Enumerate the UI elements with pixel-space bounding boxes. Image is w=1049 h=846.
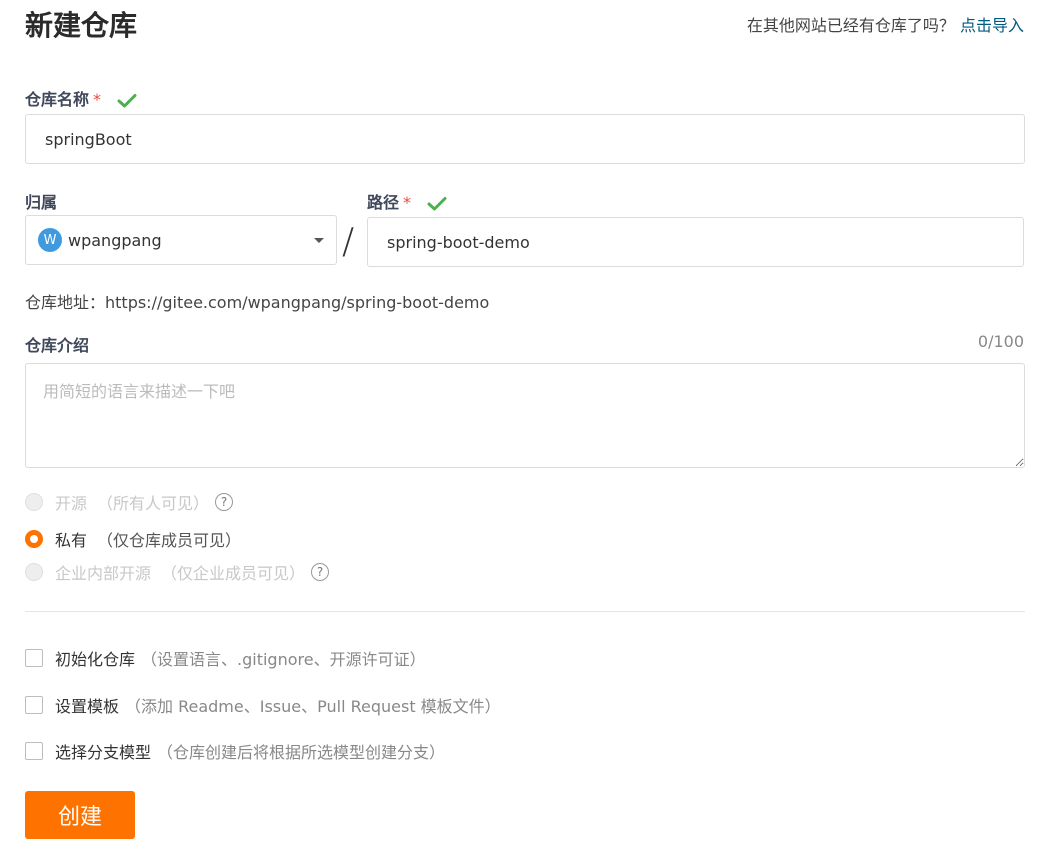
option-note: （添加 Readme、Issue、Pull Request 模板文件） <box>125 697 501 716</box>
repo-name-label: 仓库名称 * <box>25 86 137 110</box>
path-input[interactable] <box>385 231 1006 253</box>
page-title: 新建仓库 <box>25 9 138 42</box>
option-label: 设置模板 <box>55 697 120 716</box>
check-icon <box>427 196 447 210</box>
description-label: 仓库介绍 <box>25 336 90 355</box>
radio-enterprise[interactable] <box>25 563 43 581</box>
check-icon <box>117 93 137 107</box>
visibility-note: （所有人可见） <box>97 494 210 513</box>
owner-value: wpangpang <box>68 230 162 250</box>
chevron-down-icon <box>314 237 324 243</box>
visibility-option-enterprise[interactable]: 企业内部开源 （仅企业成员可见） ? <box>25 560 330 584</box>
option-note: （仓库创建后将根据所选模型创建分支） <box>157 743 446 762</box>
create-button[interactable]: 创建 <box>25 791 135 839</box>
path-separator: / <box>342 221 355 262</box>
avatar: W <box>38 228 62 252</box>
path-field[interactable] <box>367 217 1024 267</box>
visibility-label: 开源 <box>55 494 88 513</box>
import-hint: 在其他网站已经有仓库了吗？ 点击导入 <box>747 12 1024 36</box>
path-label: 路径 * <box>367 189 447 213</box>
owner-selected: W wpangpang <box>38 228 162 252</box>
visibility-note: （仅企业成员可见） <box>161 564 306 583</box>
required-mark: * <box>403 193 412 212</box>
help-icon[interactable]: ? <box>215 493 234 511</box>
option-branch-model[interactable]: 选择分支模型 （仓库创建后将根据所选模型创建分支） <box>25 739 445 763</box>
templates-checkbox[interactable] <box>25 696 43 714</box>
description-counter: 0/100 <box>977 332 1024 351</box>
option-init-repo[interactable]: 初始化仓库 （设置语言、.gitignore、开源许可证） <box>25 646 426 670</box>
visibility-label: 企业内部开源 <box>55 564 152 583</box>
radio-public[interactable] <box>25 493 43 511</box>
option-note: （设置语言、.gitignore、开源许可证） <box>141 650 426 669</box>
required-mark: * <box>93 90 102 109</box>
owner-select[interactable]: W wpangpang <box>25 215 337 265</box>
radio-private[interactable] <box>25 530 43 548</box>
repo-url: 仓库地址：https://gitee.com/wpangpang/spring-… <box>25 293 490 312</box>
visibility-option-public[interactable]: 开源 （所有人可见） ? <box>25 490 234 514</box>
owner-label: 归属 <box>25 193 58 212</box>
repo-name-label-text: 仓库名称 <box>25 90 90 109</box>
option-templates[interactable]: 设置模板 （添加 Readme、Issue、Pull Request 模板文件） <box>25 693 501 717</box>
import-hint-text: 在其他网站已经有仓库了吗？ <box>746 16 955 35</box>
help-icon[interactable]: ? <box>311 563 330 581</box>
repo-name-field[interactable] <box>25 114 1025 164</box>
import-link[interactable]: 点击导入 <box>960 16 1024 35</box>
branch-model-checkbox[interactable] <box>25 742 43 760</box>
description-textarea[interactable] <box>25 363 1025 468</box>
path-label-text: 路径 <box>367 193 400 212</box>
visibility-note: （仅仓库成员可见） <box>97 531 242 550</box>
visibility-option-private[interactable]: 私有 （仅仓库成员可见） <box>25 527 241 551</box>
option-label: 选择分支模型 <box>55 743 152 762</box>
visibility-label: 私有 <box>55 531 88 550</box>
repo-name-input[interactable] <box>43 128 1007 150</box>
init-repo-checkbox[interactable] <box>25 649 43 667</box>
option-label: 初始化仓库 <box>55 650 136 669</box>
divider <box>25 611 1025 612</box>
